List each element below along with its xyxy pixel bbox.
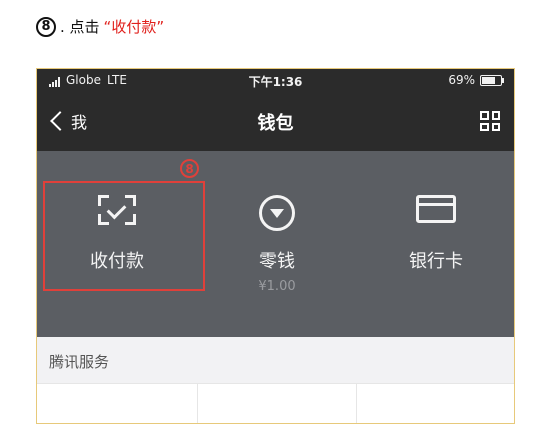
section-title: 腾讯服务 <box>49 353 110 371</box>
battery-icon <box>480 74 504 86</box>
tile-label: 银行卡 <box>409 251 463 272</box>
instruction-highlight: “收付款” <box>103 18 165 36</box>
divider <box>356 384 357 423</box>
status-right: 69% <box>448 73 504 87</box>
status-bar: Globe LTE 下午1:36 69% <box>37 69 514 93</box>
status-time: 下午1:36 <box>248 75 303 89</box>
tile-label: 零钱 <box>259 251 295 272</box>
tile-bank-card[interactable]: 银行卡 <box>356 151 514 337</box>
instruction-line: 8 . 点击 “收付款” <box>36 16 164 37</box>
annotation-marker: 8 <box>180 159 199 178</box>
wallet-panel: 收付款 零钱 ¥1.00 银行卡 8 <box>37 151 514 337</box>
divider <box>197 384 198 423</box>
card-icon <box>416 195 456 223</box>
coin-icon <box>259 195 295 231</box>
highlight-box <box>43 181 205 291</box>
phone-screenshot-frame: Globe LTE 下午1:36 69% 我 钱包 收付款 零钱 ¥1.00 银… <box>36 68 515 424</box>
battery-percent: 69% <box>448 73 475 87</box>
balance-amount: ¥1.00 <box>258 279 296 294</box>
nav-bar: 我 钱包 <box>37 93 514 151</box>
section-header: 腾讯服务 <box>37 337 514 384</box>
instruction-text: . 点击 <box>60 18 100 36</box>
step-number-circle: 8 <box>36 16 56 37</box>
tile-balance[interactable]: 零钱 ¥1.00 <box>197 151 357 337</box>
grid-icon[interactable] <box>480 111 500 131</box>
page-title: 钱包 <box>257 113 294 134</box>
services-row <box>37 384 514 423</box>
